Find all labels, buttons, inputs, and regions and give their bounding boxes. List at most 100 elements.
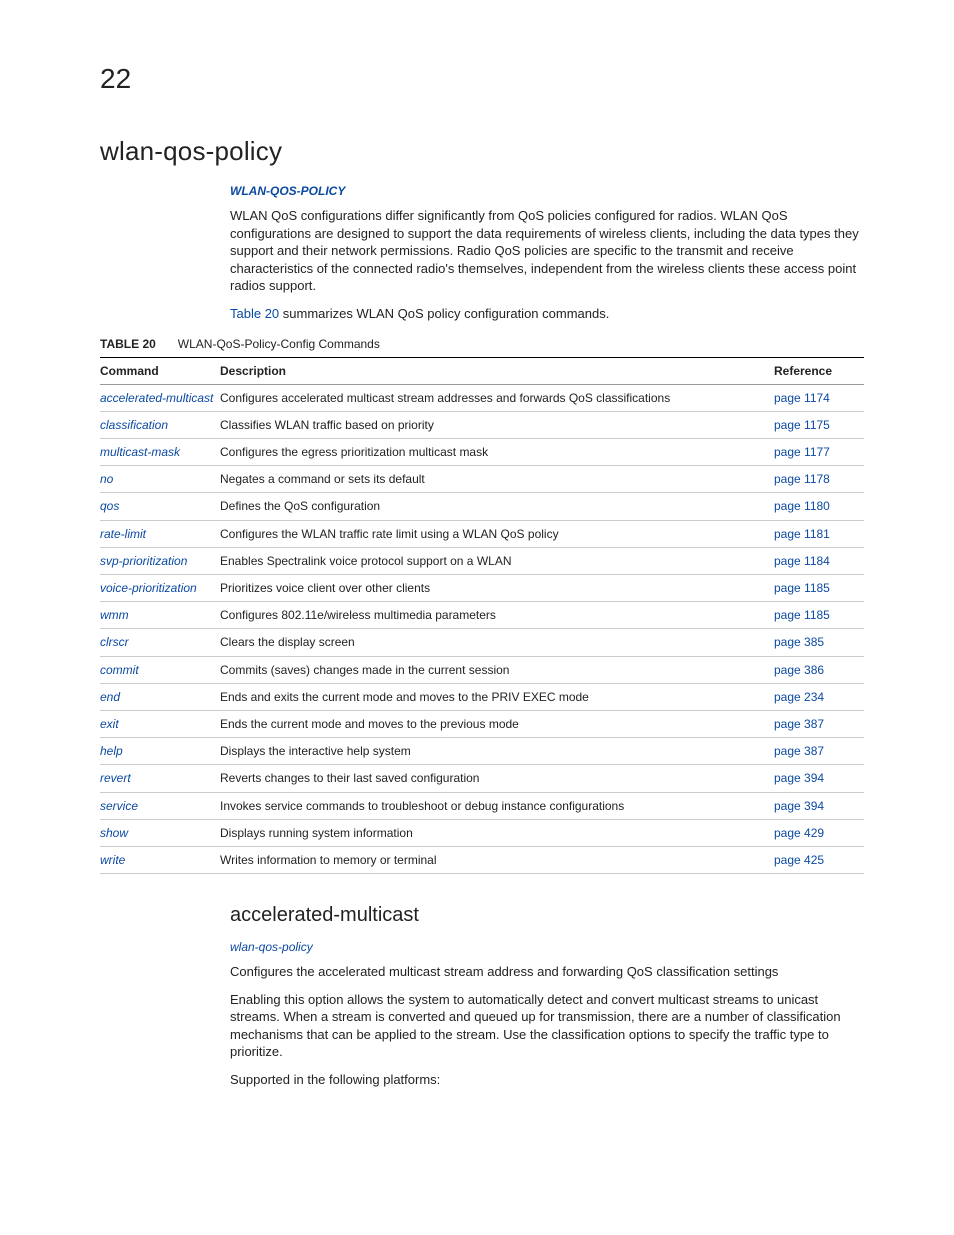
table-row: rate-limit Configures the WLAN traffic ra… (100, 520, 864, 547)
command-link[interactable]: show (100, 826, 128, 840)
command-link[interactable]: multicast-mask (100, 445, 180, 459)
table-caption: TABLE 20WLAN-QoS-Policy-Config Commands (100, 336, 864, 352)
command-link[interactable]: no (100, 472, 113, 486)
reference-link[interactable]: page 1178 (774, 472, 830, 486)
command-link[interactable]: help (100, 744, 123, 758)
reference-link[interactable]: page 394 (774, 799, 824, 813)
table-number: TABLE 20 (100, 337, 156, 351)
description-cell: Enables Spectralink voice protocol suppo… (220, 547, 774, 574)
reference-link[interactable]: page 234 (774, 690, 824, 704)
reference-link[interactable]: page 1175 (774, 418, 830, 432)
command-cell: show (100, 819, 220, 846)
command-link[interactable]: classification (100, 418, 168, 432)
description-cell: Writes information to memory or terminal (220, 846, 774, 873)
command-cell: help (100, 738, 220, 765)
command-link[interactable]: revert (100, 771, 131, 785)
command-link[interactable]: write (100, 853, 125, 867)
description-cell: Configures the egress prioritization mul… (220, 439, 774, 466)
reference-cell: page 1174 (774, 384, 864, 411)
command-cell: no (100, 466, 220, 493)
reference-cell: page 1184 (774, 547, 864, 574)
command-link[interactable]: exit (100, 717, 119, 731)
reference-cell: page 387 (774, 738, 864, 765)
command-cell: write (100, 846, 220, 873)
command-link[interactable]: service (100, 799, 138, 813)
reference-cell: page 1175 (774, 411, 864, 438)
command-cell: service (100, 792, 220, 819)
table-row: write Writes information to memory or ter… (100, 846, 864, 873)
table-row: no Negates a command or sets its defaultp… (100, 466, 864, 493)
reference-cell: page 387 (774, 710, 864, 737)
sub-paragraph-1: Configures the accelerated multicast str… (230, 963, 864, 981)
description-cell: Clears the display screen (220, 629, 774, 656)
command-link[interactable]: accelerated-multicast (100, 391, 213, 405)
reference-link[interactable]: page 1174 (774, 391, 830, 405)
reference-link[interactable]: page 1185 (774, 581, 830, 595)
col-header-command: Command (100, 357, 220, 384)
summary-sentence: Table 20 summarizes WLAN QoS policy conf… (230, 305, 864, 323)
reference-cell: page 386 (774, 656, 864, 683)
table-ref-link[interactable]: Table 20 (230, 306, 279, 321)
command-cell: exit (100, 710, 220, 737)
description-cell: Negates a command or sets its default (220, 466, 774, 493)
reference-link[interactable]: page 1177 (774, 445, 830, 459)
table-row: service Invokes service commands to troub… (100, 792, 864, 819)
col-header-description: Description (220, 357, 774, 384)
table-row: commitCommits (saves) changes made in th… (100, 656, 864, 683)
command-link[interactable]: voice-prioritization (100, 581, 197, 595)
reference-link[interactable]: page 1185 (774, 608, 830, 622)
command-link[interactable]: wmm (100, 608, 129, 622)
command-cell: revert (100, 765, 220, 792)
command-link[interactable]: svp-prioritization (100, 554, 187, 568)
reference-cell: page 394 (774, 765, 864, 792)
table-row: revertReverts changes to their last save… (100, 765, 864, 792)
reference-cell: page 425 (774, 846, 864, 873)
command-cell: wmm (100, 602, 220, 629)
reference-link[interactable]: page 1180 (774, 499, 830, 513)
description-cell: Ends and exits the current mode and move… (220, 683, 774, 710)
reference-link[interactable]: page 386 (774, 663, 824, 677)
command-cell: qos (100, 493, 220, 520)
reference-link[interactable]: page 385 (774, 635, 824, 649)
table-row: multicast-mask Configures the egress prio… (100, 439, 864, 466)
reference-link[interactable]: page 425 (774, 853, 824, 867)
command-cell: clrscr (100, 629, 220, 656)
command-cell: svp-prioritization (100, 547, 220, 574)
reference-link[interactable]: page 394 (774, 771, 824, 785)
command-cell: commit (100, 656, 220, 683)
description-cell: Prioritizes voice client over other clie… (220, 575, 774, 602)
reference-link[interactable]: page 387 (774, 717, 824, 731)
command-cell: end (100, 683, 220, 710)
table-row: exit Ends the current mode and moves to t… (100, 710, 864, 737)
command-cell: classification (100, 411, 220, 438)
context-link-upper[interactable]: WLAN-QOS-POLICY (230, 183, 864, 199)
table-row: show Displays running system informationp… (100, 819, 864, 846)
command-link[interactable]: qos (100, 499, 119, 513)
command-link[interactable]: commit (100, 663, 139, 677)
table-row: clrscr Clears the display screenpage 385 (100, 629, 864, 656)
reference-link[interactable]: page 387 (774, 744, 824, 758)
table-row: voice-prioritization Prioritizes voice cl… (100, 575, 864, 602)
reference-link[interactable]: page 1181 (774, 527, 830, 541)
table-row: wmmConfigures 802.11e/wireless multimedi… (100, 602, 864, 629)
col-header-reference: Reference (774, 357, 864, 384)
description-cell: Configures the WLAN traffic rate limit u… (220, 520, 774, 547)
table-row: qosDefines the QoS configurationpage 118… (100, 493, 864, 520)
context-link-lower[interactable]: wlan-qos-policy (230, 939, 864, 955)
reference-cell: page 234 (774, 683, 864, 710)
reference-cell: page 429 (774, 819, 864, 846)
reference-cell: page 1185 (774, 602, 864, 629)
description-cell: Ends the current mode and moves to the p… (220, 710, 774, 737)
reference-link[interactable]: page 429 (774, 826, 824, 840)
description-cell: Displays running system information (220, 819, 774, 846)
reference-cell: page 1185 (774, 575, 864, 602)
reference-link[interactable]: page 1184 (774, 554, 830, 568)
description-cell: Invokes service commands to troubleshoot… (220, 792, 774, 819)
command-link[interactable]: end (100, 690, 120, 704)
description-cell: Displays the interactive help system (220, 738, 774, 765)
reference-cell: page 1180 (774, 493, 864, 520)
command-link[interactable]: clrscr (100, 635, 129, 649)
table-row: end Ends and exits the current mode and m… (100, 683, 864, 710)
reference-cell: page 385 (774, 629, 864, 656)
command-link[interactable]: rate-limit (100, 527, 146, 541)
